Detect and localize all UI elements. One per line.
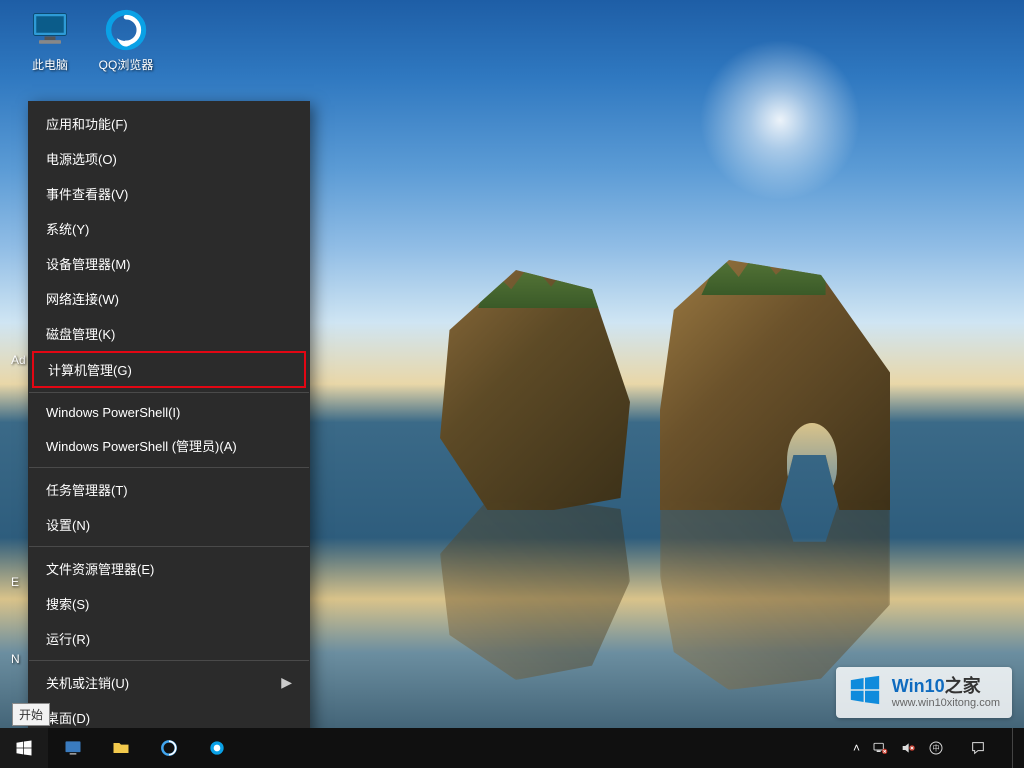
action-center-button[interactable] xyxy=(956,728,1000,768)
menu-item-highlight: 计算机管理(G) xyxy=(32,351,306,388)
desktop[interactable]: 此电脑 QQ浏览器 Ad E N 应用和功能(F) 电源选项(O) 事件查看器(… xyxy=(0,0,1024,768)
wallpaper-rock-left xyxy=(440,270,630,510)
menu-item-network-connections[interactable]: 网络连接(W) xyxy=(28,281,310,316)
wallpaper-rock-right xyxy=(660,260,890,510)
watermark-title-main: Win10 xyxy=(892,676,945,696)
start-button[interactable] xyxy=(0,728,48,768)
menu-item-device-manager[interactable]: 设备管理器(M) xyxy=(28,246,310,281)
menu-item-system[interactable]: 系统(Y) xyxy=(28,211,310,246)
windows-logo-icon xyxy=(848,673,882,712)
watermark-url: www.win10xitong.com xyxy=(892,697,1000,710)
tray-overflow-chevron-icon[interactable]: ˄ xyxy=(853,741,860,755)
system-tray: ˄ 中 xyxy=(847,728,1024,768)
menu-item-label: 运行(R) xyxy=(46,629,90,648)
menu-item-shutdown-signout[interactable]: 关机或注销(U) ▶ xyxy=(28,665,310,700)
menu-item-label: 磁盘管理(K) xyxy=(46,324,115,343)
network-status-icon[interactable] xyxy=(872,740,888,756)
menu-item-event-viewer[interactable]: 事件查看器(V) xyxy=(28,176,310,211)
menu-separator xyxy=(29,392,309,393)
watermark-title: Win10之家 xyxy=(892,676,1000,697)
menu-item-label: Windows PowerShell(I) xyxy=(46,405,180,420)
menu-item-label: 电源选项(O) xyxy=(46,149,117,168)
windows-start-icon xyxy=(15,739,33,757)
menu-item-apps-and-features[interactable]: 应用和功能(F) xyxy=(28,106,310,141)
ime-icon[interactable]: 中 xyxy=(928,740,944,756)
taskbar-app[interactable] xyxy=(98,728,144,768)
taskbar-app[interactable] xyxy=(50,728,96,768)
menu-item-settings[interactable]: 设置(N) xyxy=(28,507,310,542)
volume-icon[interactable] xyxy=(900,740,916,756)
show-desktop-button[interactable] xyxy=(1012,728,1018,768)
wallpaper-reflection-left xyxy=(440,500,630,680)
menu-separator xyxy=(29,660,309,661)
menu-item-label: Windows PowerShell (管理员)(A) xyxy=(46,436,237,455)
menu-item-file-explorer[interactable]: 文件资源管理器(E) xyxy=(28,551,310,586)
desktop-icon-this-pc[interactable]: 此电脑 xyxy=(14,8,86,73)
menu-item-label: 计算机管理(G) xyxy=(48,360,132,379)
menu-item-task-manager[interactable]: 任务管理器(T) xyxy=(28,472,310,507)
menu-separator xyxy=(29,467,309,468)
menu-separator xyxy=(29,546,309,547)
watermark-badge: Win10之家 www.win10xitong.com xyxy=(836,667,1012,718)
svg-text:中: 中 xyxy=(932,744,939,753)
menu-item-label: 关机或注销(U) xyxy=(46,673,129,692)
desktop-icon-qq-browser[interactable]: QQ浏览器 xyxy=(90,8,162,73)
watermark-title-suffix: 之家 xyxy=(945,676,981,696)
this-pc-icon xyxy=(28,8,72,52)
desktop-label-partial-e: E xyxy=(11,575,19,589)
winx-context-menu: 应用和功能(F) 电源选项(O) 事件查看器(V) 系统(Y) 设备管理器(M)… xyxy=(28,101,310,740)
menu-item-run[interactable]: 运行(R) xyxy=(28,621,310,656)
menu-item-label: 搜索(S) xyxy=(46,594,89,613)
menu-item-power-options[interactable]: 电源选项(O) xyxy=(28,141,310,176)
taskbar-app[interactable] xyxy=(194,728,240,768)
menu-item-computer-management[interactable]: 计算机管理(G) xyxy=(34,353,304,386)
menu-item-search[interactable]: 搜索(S) xyxy=(28,586,310,621)
taskbar-pinned-apps xyxy=(50,728,240,768)
taskbar: ˄ 中 xyxy=(0,728,1024,768)
desktop-label-partial-admin: Ad xyxy=(11,353,26,367)
menu-item-disk-management[interactable]: 磁盘管理(K) xyxy=(28,316,310,351)
menu-item-powershell-admin[interactable]: Windows PowerShell (管理员)(A) xyxy=(28,428,310,463)
menu-item-label: 任务管理器(T) xyxy=(46,480,128,499)
menu-item-label: 设置(N) xyxy=(46,515,90,534)
desktop-icon-label: 此电脑 xyxy=(14,56,86,73)
menu-item-label: 网络连接(W) xyxy=(46,289,119,308)
menu-item-label: 事件查看器(V) xyxy=(46,184,128,203)
menu-item-label: 桌面(D) xyxy=(46,708,90,727)
menu-item-label: 设备管理器(M) xyxy=(46,254,131,273)
start-button-tooltip: 开始 xyxy=(12,703,50,726)
menu-item-label: 应用和功能(F) xyxy=(46,114,128,133)
menu-item-label: 文件资源管理器(E) xyxy=(46,559,154,578)
desktop-label-partial-n: N xyxy=(11,652,20,666)
wallpaper-reflection-right xyxy=(660,500,890,690)
menu-item-powershell[interactable]: Windows PowerShell(I) xyxy=(28,397,310,428)
submenu-arrow-icon: ▶ xyxy=(281,674,292,691)
qq-browser-icon xyxy=(104,8,148,52)
taskbar-app[interactable] xyxy=(146,728,192,768)
desktop-icon-label: QQ浏览器 xyxy=(90,56,162,73)
menu-item-label: 系统(Y) xyxy=(46,219,89,238)
